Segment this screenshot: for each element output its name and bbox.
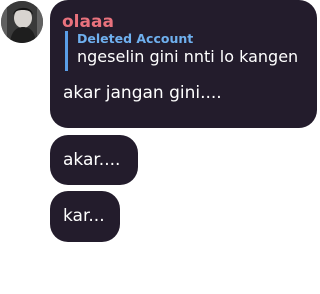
sender-avatar[interactable]: [1, 1, 43, 43]
message-text: akar....: [63, 150, 121, 170]
reply-quote[interactable]: Deleted Account ngeselin gini nnti lo ka…: [65, 31, 307, 71]
message-text: akar jangan gini....: [63, 83, 222, 103]
reply-text: ngeselin gini nnti lo kangen: [77, 47, 299, 66]
chat-message-group: olaaa Deleted Account ngeselin gini nnti…: [0, 0, 320, 294]
user-avatar-icon: [1, 1, 43, 43]
message-bubble[interactable]: akar....: [50, 135, 138, 185]
message-bubble[interactable]: olaaa Deleted Account ngeselin gini nnti…: [50, 0, 317, 128]
sender-name[interactable]: olaaa: [62, 11, 307, 33]
message-bubble[interactable]: kar...: [50, 191, 120, 242]
message-text: kar...: [63, 206, 105, 226]
reply-author: Deleted Account: [77, 31, 194, 46]
